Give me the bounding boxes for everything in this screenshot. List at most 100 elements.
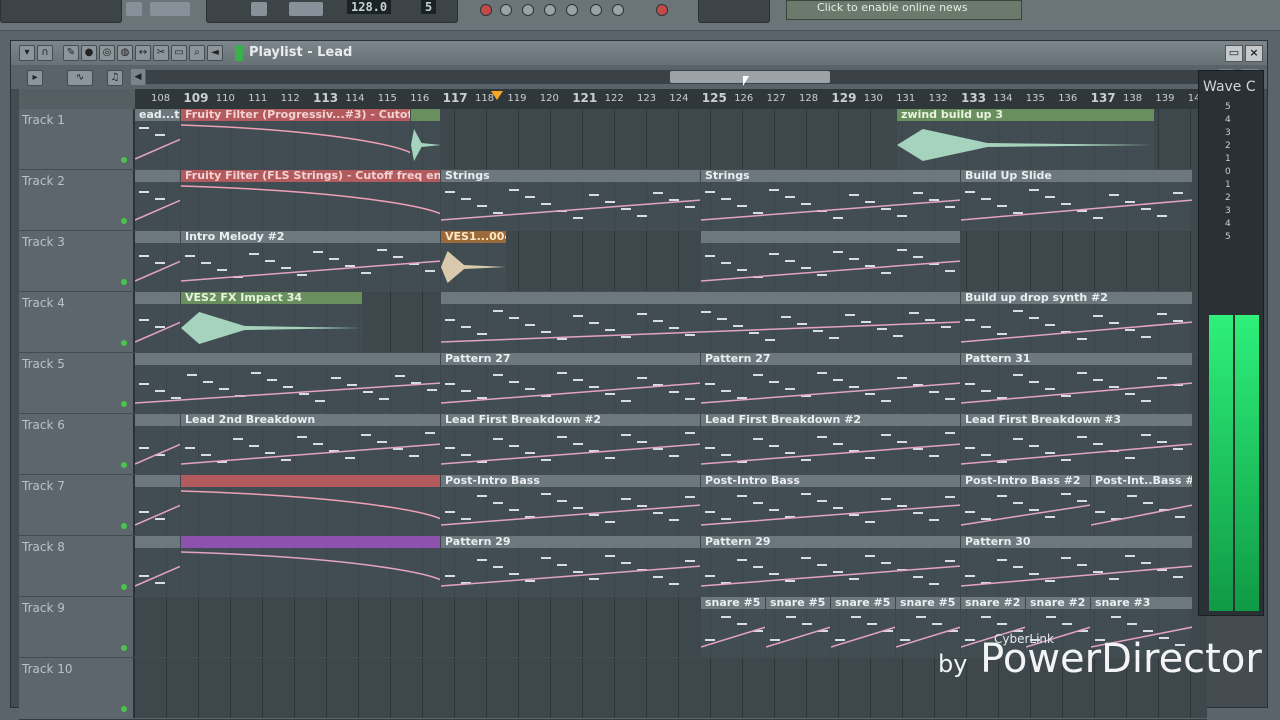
playlist-clip[interactable] xyxy=(181,475,440,535)
pattern-display[interactable]: 5 xyxy=(421,0,437,14)
playlist-clip[interactable] xyxy=(135,353,440,413)
playlist-clip[interactable]: Lead First Breakdown #2 xyxy=(441,414,700,474)
playlist-clip[interactable]: zwind build up 3 xyxy=(897,109,1154,169)
loop-icon[interactable] xyxy=(590,4,602,16)
playlist-clip[interactable]: snare #5 xyxy=(766,597,830,657)
playlist-clip[interactable]: Intro Melody #2 xyxy=(181,231,440,291)
playlist-clip[interactable]: Lead First Breakdown #2 xyxy=(701,414,960,474)
track-lane[interactable]: Pattern 29 Pattern 29 Pattern 30 xyxy=(135,536,1207,596)
track-mute-led-icon[interactable] xyxy=(121,157,127,163)
playlist-clip[interactable] xyxy=(135,475,180,535)
maximize-button[interactable]: ▭ xyxy=(1225,45,1243,62)
metronome-icon[interactable] xyxy=(566,4,578,16)
playlist-clip[interactable]: Pattern 30 xyxy=(961,536,1192,596)
snap-knob[interactable] xyxy=(500,4,512,16)
track-mute-led-icon[interactable] xyxy=(121,462,127,468)
track-header[interactable]: Track 10 xyxy=(19,658,135,718)
playlist-clip[interactable]: snare #5 xyxy=(701,597,765,657)
play-button[interactable] xyxy=(251,2,267,16)
zoom-icon[interactable]: ⌕ xyxy=(189,45,205,61)
delete-icon[interactable]: ◎ xyxy=(99,45,115,61)
playlist-clip[interactable]: VES2 FX Impact 34 xyxy=(181,292,362,352)
track-header[interactable]: Track 5 xyxy=(19,353,135,413)
playlist-clip[interactable]: Pattern 29 xyxy=(441,536,700,596)
playlist-clip[interactable]: Build up drop synth #2 xyxy=(961,292,1192,352)
playlist-clip[interactable]: snare #5 xyxy=(831,597,895,657)
scroll-left-icon[interactable]: ◀ xyxy=(131,69,145,85)
track-mute-led-icon[interactable] xyxy=(121,401,127,407)
track-header[interactable]: Track 9 xyxy=(19,597,135,657)
magnet-icon[interactable]: ∩ xyxy=(37,45,53,61)
playlist-clip[interactable] xyxy=(701,231,960,291)
brush-icon[interactable]: ● xyxy=(81,45,97,61)
track-mute-led-icon[interactable] xyxy=(121,218,127,224)
menu-icon[interactable]: ▾ xyxy=(19,45,35,61)
track-lane[interactable]: Pattern 27 Pattern 27 Pattern 31 xyxy=(135,353,1207,413)
record-mode-icon[interactable] xyxy=(480,4,492,16)
track-header[interactable]: Track 7 xyxy=(19,475,135,535)
toolbar-button[interactable] xyxy=(126,2,142,16)
playlist-titlebar[interactable]: ▾ ∩ ✎ ● ◎ ◍ ↔ ✂ ▭ ⌕ ◄ Playlist - Lead ▭ … xyxy=(11,41,1267,65)
track-header[interactable]: Track 2 xyxy=(19,170,135,230)
playlist-clip[interactable] xyxy=(135,170,180,230)
tempo-display[interactable]: 128.0 xyxy=(347,0,392,14)
track-lane[interactable]: VES2 FX Impact 34 Build up drop synth #2 xyxy=(135,292,1207,352)
keyboard-icon[interactable] xyxy=(544,4,556,16)
playlist-clip[interactable]: Strings xyxy=(701,170,960,230)
slice-icon[interactable]: ✂ xyxy=(153,45,169,61)
track-header[interactable]: Track 8 xyxy=(19,536,135,596)
record-button[interactable] xyxy=(289,2,323,16)
playlist-clip[interactable]: Post-Intro Bass #2 xyxy=(961,475,1090,535)
pencil-icon[interactable]: ✎ xyxy=(63,45,79,61)
track-lane[interactable]: Post-Intro Bass Post-Intro Bass Post-Intro… xyxy=(135,475,1207,535)
playlist-clip[interactable] xyxy=(135,292,180,352)
blend-knob[interactable] xyxy=(522,4,534,16)
track-mute-led-icon[interactable] xyxy=(121,706,127,712)
pattern-icon[interactable]: ▸ xyxy=(27,70,43,86)
track-lane[interactable]: ead...toffFruity Filter (Progressiv...#3… xyxy=(135,109,1207,169)
playlist-clip[interactable]: Pattern 27 xyxy=(701,353,960,413)
playlist-clip[interactable]: Build Up Slide xyxy=(961,170,1192,230)
playlist-clip[interactable]: VES1...004 xyxy=(441,231,506,291)
playlist-clip[interactable] xyxy=(411,109,440,169)
track-mute-led-icon[interactable] xyxy=(121,645,127,651)
playlist-clip[interactable] xyxy=(135,414,180,474)
window-title[interactable]: Playlist - Lead xyxy=(233,41,352,65)
playlist-clip[interactable] xyxy=(441,292,960,352)
volume-slider[interactable] xyxy=(150,2,190,16)
step-icon[interactable] xyxy=(612,4,624,16)
speaker-icon[interactable]: ◄ xyxy=(207,45,223,61)
scrollbar-thumb[interactable] xyxy=(670,71,830,83)
playlist-clip[interactable]: Fruity Filter (Progressiv...#3) - Cutoff… xyxy=(181,109,410,169)
mute-icon[interactable]: ◍ xyxy=(117,45,133,61)
track-lane[interactable]: Fruity Filter (FLS Strings) - Cutoff fre… xyxy=(135,170,1207,230)
wait-icon[interactable] xyxy=(656,4,668,16)
playlist-clip[interactable]: Pattern 27 xyxy=(441,353,700,413)
track-header[interactable]: Track 4 xyxy=(19,292,135,352)
playlist-clip[interactable]: ead...toff xyxy=(135,109,180,169)
playlist-clip[interactable]: Fruity Filter (FLS Strings) - Cutoff fre… xyxy=(181,170,440,230)
slip-icon[interactable]: ↔ xyxy=(135,45,151,61)
playlist-clip[interactable] xyxy=(135,536,180,596)
track-lane[interactable]: Intro Melody #2 VES1...004 xyxy=(135,231,1207,291)
automation-icon[interactable]: ∿ xyxy=(67,70,93,86)
horizontal-scrollbar[interactable] xyxy=(146,70,1226,84)
playlist-clip[interactable] xyxy=(181,536,440,596)
note-icon[interactable]: ♫ xyxy=(107,70,123,86)
playlist-clip[interactable]: Post-Int..Bass #2 xyxy=(1091,475,1192,535)
playlist-clip[interactable]: Pattern 29 xyxy=(701,536,960,596)
playlist-clip[interactable]: Pattern 31 xyxy=(961,353,1192,413)
select-icon[interactable]: ▭ xyxy=(171,45,187,61)
track-header[interactable]: Track 6 xyxy=(19,414,135,474)
playlist-clip[interactable]: Strings xyxy=(441,170,700,230)
close-button[interactable]: × xyxy=(1245,45,1263,62)
timeline-ruler[interactable]: 108 109 110 111 112 113 114 115 116 117 118 119 120 1… xyxy=(135,89,1231,109)
playlist-clip[interactable] xyxy=(135,231,180,291)
playlist-clip[interactable]: Post-Intro Bass xyxy=(701,475,960,535)
playlist-clip[interactable]: Lead First Breakdown #3 xyxy=(961,414,1192,474)
track-mute-led-icon[interactable] xyxy=(121,279,127,285)
track-mute-led-icon[interactable] xyxy=(121,584,127,590)
playlist-clip[interactable]: Lead 2nd Breakdown xyxy=(181,414,440,474)
playlist-clip[interactable]: Post-Intro Bass xyxy=(441,475,700,535)
online-news-hint[interactable]: Click to enable online news xyxy=(786,0,1022,20)
